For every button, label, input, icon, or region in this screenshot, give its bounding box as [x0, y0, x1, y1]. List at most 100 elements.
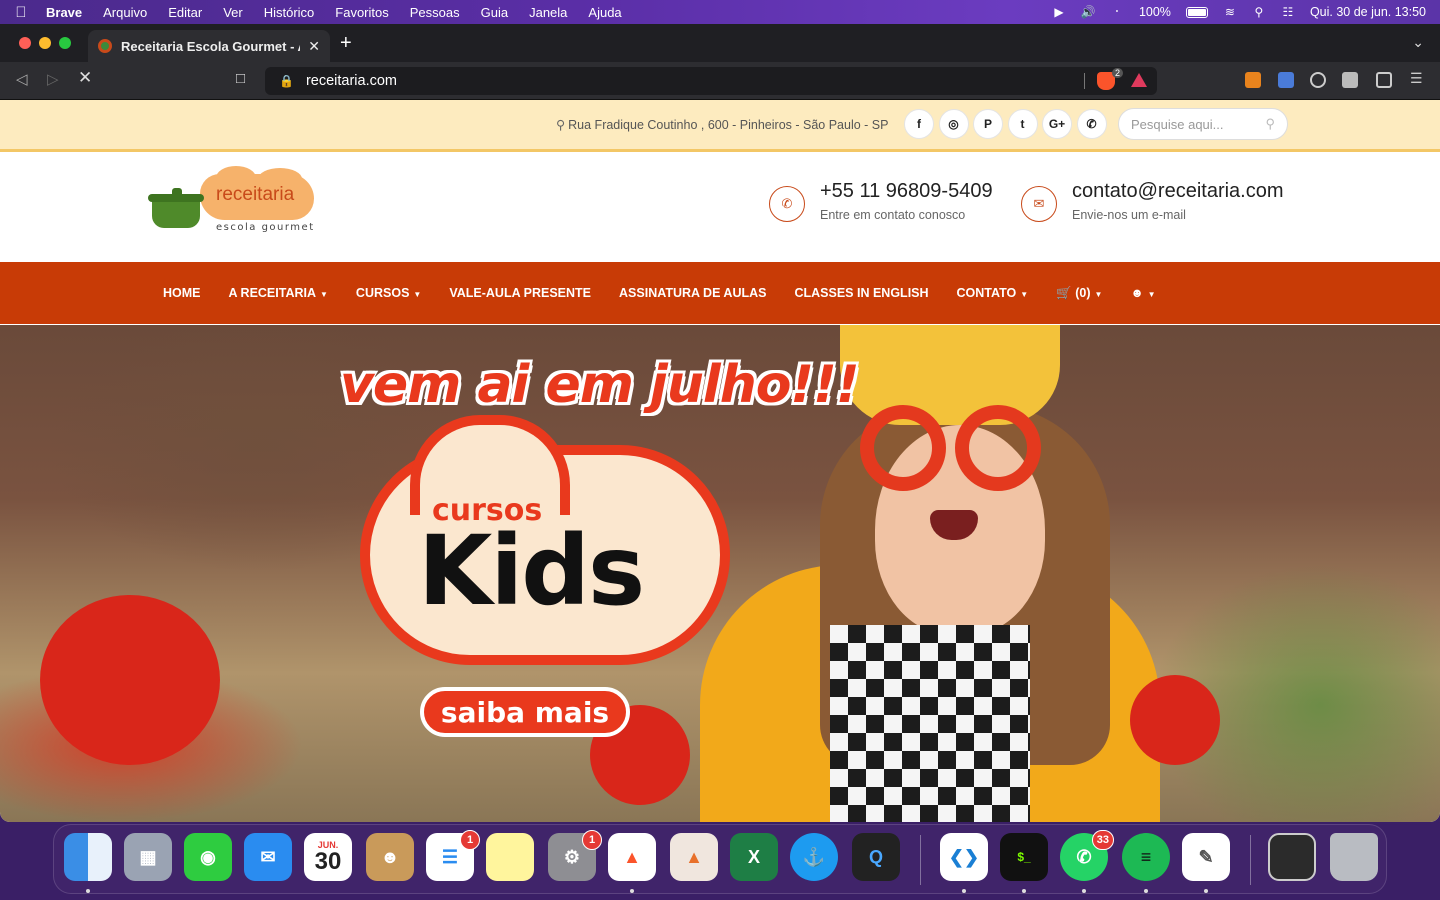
- email-caption: Envie-nos um e-mail: [1072, 208, 1186, 222]
- trash-icon[interactable]: [1330, 833, 1378, 881]
- menu-editar[interactable]: Editar: [168, 5, 202, 20]
- metamask-extension-icon[interactable]: [1245, 72, 1261, 88]
- facebook-icon[interactable]: f: [904, 109, 934, 139]
- system-preferences-icon[interactable]: ⚙ 1: [548, 830, 602, 881]
- minimize-window-button[interactable]: [39, 37, 51, 49]
- hero-banner[interactable]: vem ai em julho!!! cursos Kids saiba mai…: [0, 325, 1440, 822]
- menu-favoritos[interactable]: Favoritos: [335, 5, 388, 20]
- search-placeholder[interactable]: Pesquise aqui...: [1131, 117, 1265, 132]
- forward-button[interactable]: ▷: [47, 70, 59, 88]
- finder-icon[interactable]: [64, 833, 112, 881]
- email-contact[interactable]: ✉ contato@receitaria.com Envie-nos um e-…: [1021, 180, 1284, 222]
- saiba-mais-button[interactable]: saiba mais: [420, 687, 630, 737]
- spotify-icon[interactable]: ≡: [1122, 833, 1170, 881]
- calendar-day: 30: [314, 847, 342, 875]
- tab-list-chevron-icon[interactable]: ⌄: [1412, 34, 1424, 51]
- reminders-icon[interactable]: ☰ 1: [426, 830, 480, 881]
- dock-divider: [920, 835, 921, 885]
- menu-ajuda[interactable]: Ajuda: [588, 5, 621, 20]
- menubar-datetime[interactable]: Qui. 30 de jun. 13:50: [1310, 5, 1426, 19]
- excel-icon[interactable]: X: [730, 833, 778, 881]
- browser-tab[interactable]: Receitaria Escola Gourmet - Aq ✕: [88, 30, 330, 62]
- google-plus-icon[interactable]: G+: [1042, 109, 1072, 139]
- back-button[interactable]: ◁: [16, 70, 28, 88]
- bookmark-icon[interactable]: □: [236, 70, 245, 87]
- menu-janela[interactable]: Janela: [529, 5, 567, 20]
- url-text[interactable]: receitaria.com: [306, 73, 397, 89]
- instagram-icon[interactable]: ◎: [938, 109, 969, 139]
- new-tab-button[interactable]: +: [340, 32, 352, 55]
- react-devtools-extension-icon[interactable]: [1310, 72, 1326, 88]
- wallet-icon[interactable]: [1376, 72, 1392, 88]
- caret-down-icon: ▼: [1094, 289, 1103, 299]
- nav-vale-aula[interactable]: VALE-AULA PRESENTE: [449, 286, 591, 300]
- maximize-window-button[interactable]: [59, 37, 71, 49]
- battery-percent: 100%: [1138, 5, 1171, 19]
- search-icon[interactable]: ⚲: [1265, 116, 1275, 132]
- email-address[interactable]: contato@receitaria.com: [1072, 180, 1284, 203]
- url-bar[interactable]: 🔒 receitaria.com 2: [265, 67, 1157, 95]
- stop-loading-button[interactable]: ✕: [78, 68, 92, 88]
- notes-icon[interactable]: [486, 833, 534, 881]
- whatsapp-dock-icon[interactable]: ✆ 33: [1060, 830, 1114, 881]
- nav-cart[interactable]: 🛒 (0) ▼: [1056, 286, 1102, 301]
- lock-icon[interactable]: 🔒: [279, 74, 294, 88]
- nav-user[interactable]: ☻ ▼: [1130, 286, 1155, 300]
- terminal-icon[interactable]: $_: [1000, 833, 1048, 881]
- nav-cursos[interactable]: CURSOS ▼: [356, 286, 421, 300]
- nav-classes-english[interactable]: CLASSES IN ENGLISH: [794, 286, 928, 300]
- logo-wordmark: receitaria: [216, 184, 295, 205]
- site-logo[interactable]: receitaria escola gourmet: [148, 166, 318, 242]
- calendar-icon[interactable]: JUN. 30: [304, 833, 352, 881]
- social-links: f ◎ P t G+ ✆: [904, 109, 1107, 139]
- volume-icon[interactable]: 🔊: [1080, 5, 1095, 19]
- mail-icon[interactable]: ✉: [244, 833, 292, 881]
- address-text: Rua Fradique Coutinho , 600 - Pinheiros …: [568, 118, 889, 132]
- site-favicon-icon: [98, 39, 112, 53]
- brave-rewards-icon[interactable]: [1131, 73, 1147, 87]
- textedit-icon[interactable]: ✎: [1182, 833, 1230, 881]
- bluetooth-icon[interactable]: ᛫: [1110, 5, 1124, 19]
- running-indicator: [630, 889, 634, 893]
- menu-historico[interactable]: Histórico: [264, 5, 315, 20]
- play-icon[interactable]: ▶: [1052, 5, 1066, 19]
- menu-pessoas[interactable]: Pessoas: [410, 5, 460, 20]
- downloads-stack-icon[interactable]: [1268, 833, 1316, 881]
- extensions-puzzle-icon[interactable]: [1342, 72, 1358, 88]
- sketchup-icon[interactable]: ▲: [670, 833, 718, 881]
- site-search-input[interactable]: Pesquise aqui... ⚲: [1118, 108, 1288, 140]
- wifi-icon[interactable]: ≋: [1223, 5, 1237, 19]
- nav-a-receitaria[interactable]: A RECEITARIA ▼: [229, 286, 328, 300]
- menu-guia[interactable]: Guia: [481, 5, 508, 20]
- logo-pot-icon: [148, 188, 204, 228]
- translate-extension-icon[interactable]: [1278, 72, 1294, 88]
- menu-arquivo[interactable]: Arquivo: [103, 5, 147, 20]
- phone-contact[interactable]: ✆ +55 11 96809-5409 Entre em contato con…: [769, 180, 993, 222]
- dock: ▦ ◉ ✉ JUN. 30 ☻ ☰ 1 ⚙ 1 ▲ ▲ X ⚓ Q ❮❯ $_ ✆ 3…: [53, 824, 1387, 894]
- nav-contato[interactable]: CONTATO ▼: [957, 286, 1029, 300]
- nav-home[interactable]: HOME: [163, 286, 201, 300]
- menu-app-name[interactable]: Brave: [46, 5, 82, 20]
- battery-icon[interactable]: [1185, 6, 1208, 18]
- top-info-strip: ⚲ Rua Fradique Coutinho , 600 - Pinheiros…: [0, 100, 1440, 152]
- launchpad-icon[interactable]: ▦: [124, 833, 172, 881]
- pinterest-icon[interactable]: P: [973, 109, 1003, 139]
- whatsapp-icon[interactable]: ✆: [1076, 109, 1107, 139]
- apple-icon[interactable]: : [14, 4, 28, 21]
- phone-number[interactable]: +55 11 96809-5409: [820, 180, 993, 203]
- quicktime-icon[interactable]: Q: [852, 833, 900, 881]
- brave-shields-icon[interactable]: 2: [1097, 68, 1123, 90]
- brave-browser-icon[interactable]: ▲: [608, 833, 656, 881]
- spotlight-search-icon[interactable]: ⚲: [1252, 5, 1266, 19]
- close-tab-icon[interactable]: ✕: [308, 38, 320, 55]
- twitter-icon[interactable]: t: [1007, 109, 1038, 139]
- contacts-icon[interactable]: ☻: [366, 833, 414, 881]
- nav-assinatura[interactable]: ASSINATURA DE AULAS: [619, 286, 766, 300]
- menu-hamburger-icon[interactable]: ☰: [1410, 70, 1426, 86]
- messages-icon[interactable]: ◉: [184, 833, 232, 881]
- docker-icon[interactable]: ⚓: [790, 833, 838, 881]
- menu-ver[interactable]: Ver: [223, 5, 243, 20]
- control-center-icon[interactable]: ☷: [1281, 5, 1295, 19]
- vscode-icon[interactable]: ❮❯: [940, 833, 988, 881]
- close-window-button[interactable]: [19, 37, 31, 49]
